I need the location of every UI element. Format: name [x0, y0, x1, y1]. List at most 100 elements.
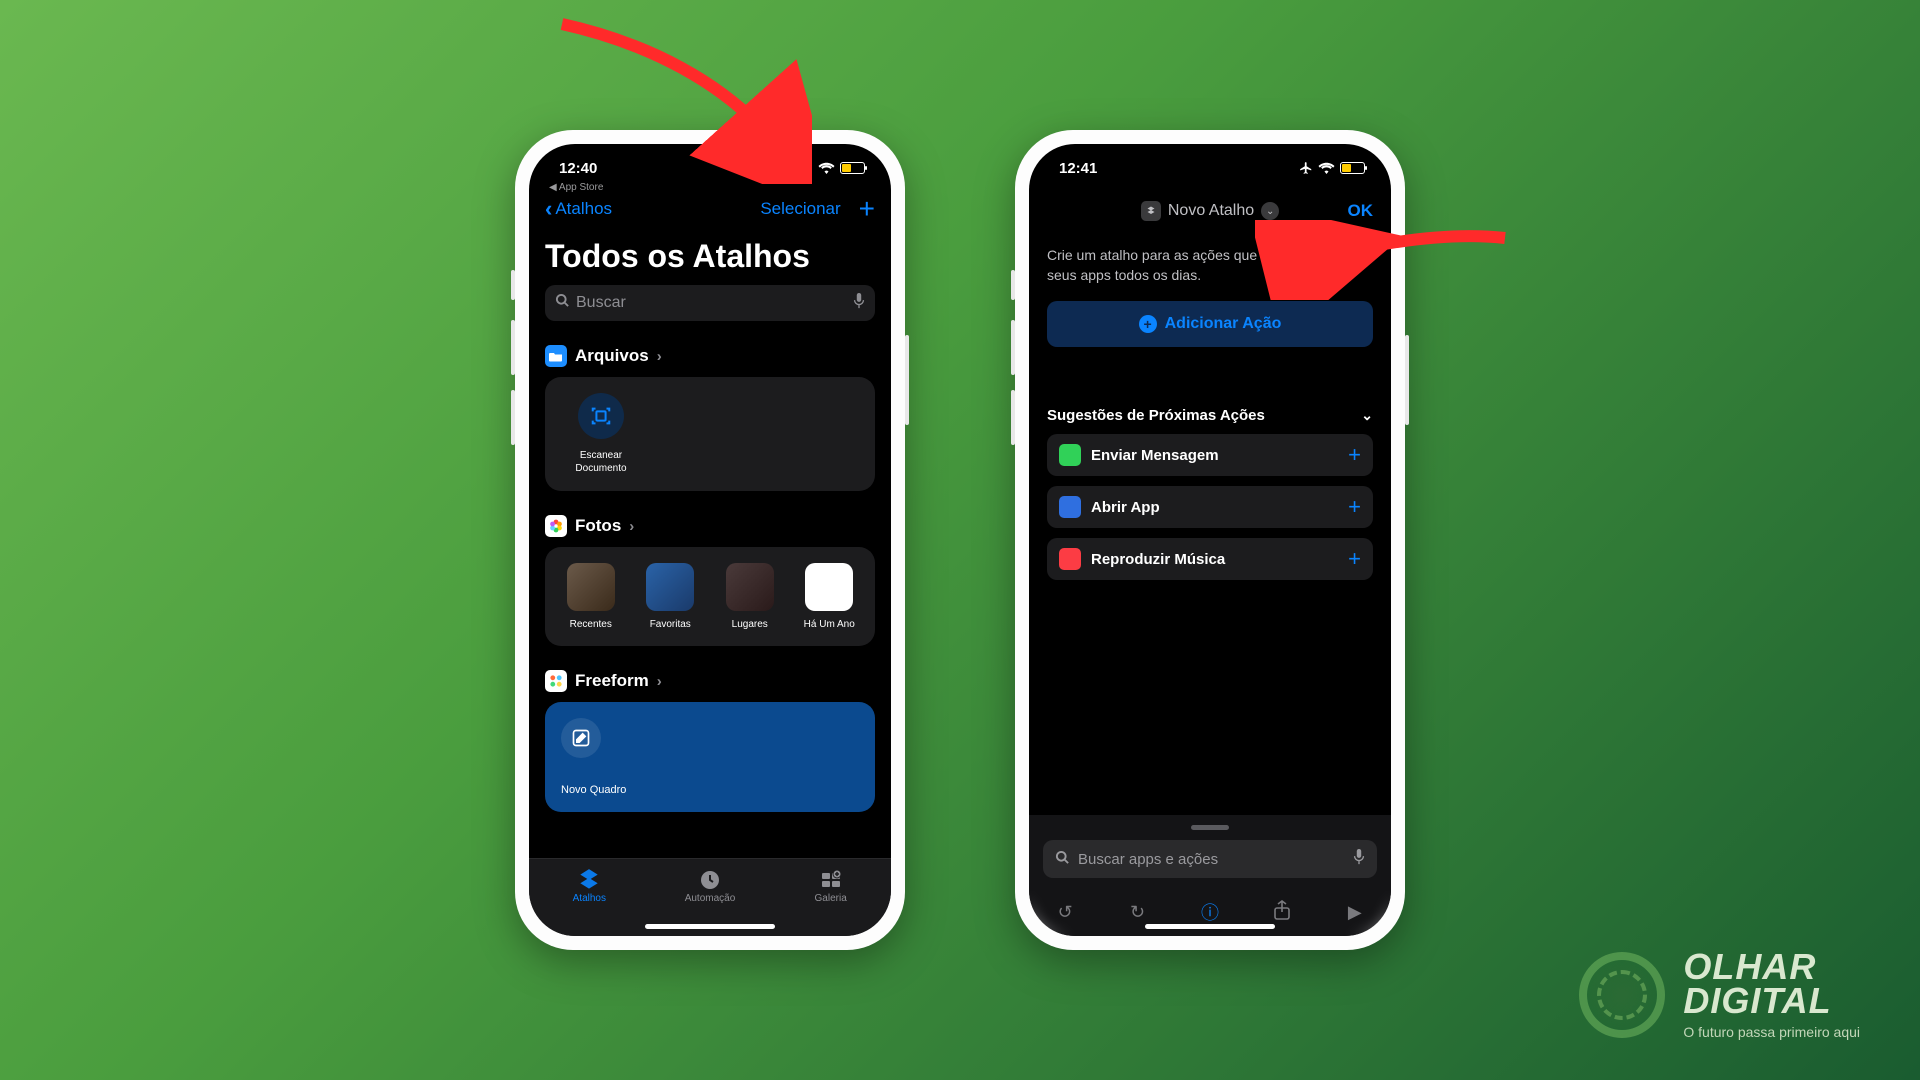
tab-bar: Atalhos Automação Galeria [529, 858, 891, 936]
mic-icon[interactable] [1353, 849, 1365, 869]
photo-tile-recentes[interactable]: Recentes [561, 563, 621, 630]
nav-back-button[interactable]: ‹ Atalhos [545, 196, 612, 222]
photo-thumb [726, 563, 774, 611]
shortcut-title-label: Novo Atalho [1168, 202, 1254, 220]
tab-label: Galeria [815, 893, 847, 904]
nav-back-label: Atalhos [555, 199, 612, 219]
shortcut-title[interactable]: Novo Atalho ⌄ [1141, 201, 1279, 221]
automation-icon [660, 867, 760, 893]
suggestion-play-music[interactable]: Reproduzir Música + [1047, 538, 1373, 580]
messages-icon [1059, 444, 1081, 466]
search-field[interactable]: Buscar [545, 285, 875, 321]
mic-icon[interactable] [853, 293, 865, 314]
suggestion-send-message[interactable]: Enviar Mensagem + [1047, 434, 1373, 476]
photo-tile-lugares[interactable]: Lugares [720, 563, 780, 630]
search-placeholder: Buscar [576, 294, 626, 312]
status-bar: 12:40 [529, 144, 891, 186]
scan-document-tile[interactable]: Escanear Documento [561, 393, 641, 475]
photo-tile-label: Há Um Ano [800, 619, 860, 630]
ok-button[interactable]: OK [1348, 201, 1374, 221]
suggestions-list: Enviar Mensagem + Abrir App + Reproduzir… [1029, 424, 1391, 580]
shortcuts-icon [539, 867, 639, 893]
suggestion-label: Enviar Mensagem [1091, 447, 1219, 464]
photo-thumb [567, 563, 615, 611]
photo-thumb [646, 563, 694, 611]
plus-circle-icon: + [1139, 315, 1157, 333]
add-action-label: Adicionar Ação [1165, 315, 1282, 333]
freeform-tile-label: Novo Quadro [561, 784, 859, 796]
wifi-icon [818, 162, 835, 174]
arquivos-card: Escanear Documento [545, 377, 875, 491]
brand-line2: DIGITAL [1683, 980, 1831, 1021]
status-bar: 12:41 [1029, 144, 1391, 186]
photo-thumb [805, 563, 853, 611]
section-fotos-header[interactable]: Fotos › [545, 515, 875, 537]
section-freeform-header[interactable]: Freeform › [545, 670, 875, 692]
airplane-icon [1299, 161, 1313, 175]
chevron-right-icon: › [657, 673, 662, 690]
nav-select-button[interactable]: Selecionar [760, 199, 840, 219]
fotos-card: Recentes Favoritas Lugares Há Um An [545, 547, 875, 646]
suggestions-header[interactable]: Sugestões de Próximas Ações ⌄ [1029, 407, 1391, 424]
page-title: Todos os Atalhos [545, 238, 875, 275]
tab-atalhos[interactable]: Atalhos [539, 867, 639, 936]
battery-icon [1340, 162, 1365, 174]
chevron-right-icon: › [629, 518, 634, 535]
open-app-icon [1059, 496, 1081, 518]
phone-mockup-right: 12:41 Novo Atalho ⌄ OK Crie um atalho p [1015, 130, 1405, 950]
chevron-left-icon: ‹ [545, 196, 552, 222]
freeform-app-icon [545, 670, 567, 692]
scan-icon [578, 393, 624, 439]
photo-tile-ha-um-ano[interactable]: Há Um Ano [800, 563, 860, 630]
brand-tagline: O futuro passa primeiro aqui [1683, 1024, 1860, 1040]
battery-icon [840, 162, 865, 174]
status-time: 12:41 [1059, 154, 1097, 177]
section-arquivos-header[interactable]: Arquivos › [545, 345, 875, 367]
add-suggestion-icon[interactable]: + [1348, 442, 1361, 468]
airplane-icon [799, 161, 813, 175]
home-indicator[interactable] [1145, 924, 1275, 929]
add-action-button[interactable]: + Adicionar Ação [1047, 301, 1373, 347]
suggestion-label: Reproduzir Música [1091, 551, 1225, 568]
tab-label: Atalhos [573, 893, 606, 904]
photo-tile-favoritas[interactable]: Favoritas [641, 563, 701, 630]
action-search-field[interactable]: Buscar apps e ações [1043, 840, 1377, 878]
music-icon [1059, 548, 1081, 570]
photo-tile-label: Lugares [720, 619, 780, 630]
suggestion-label: Abrir App [1091, 499, 1160, 516]
add-suggestion-icon[interactable]: + [1348, 494, 1361, 520]
nav-add-button[interactable]: + [859, 195, 875, 223]
shortcut-icon [1141, 201, 1161, 221]
photo-tile-label: Favoritas [641, 619, 701, 630]
photo-tile-label: Recentes [561, 619, 621, 630]
run-button[interactable]: ▶ [1335, 902, 1375, 923]
share-button[interactable] [1262, 900, 1302, 925]
chevron-down-icon: ⌄ [1361, 407, 1373, 424]
phone-mockup-left: 12:40 ◀ App Store ‹ Atalhos Selecionar + [515, 130, 905, 950]
wifi-icon [1318, 162, 1335, 174]
action-search-placeholder: Buscar apps e ações [1078, 851, 1218, 868]
suggestion-open-app[interactable]: Abrir App + [1047, 486, 1373, 528]
new-board-icon [561, 718, 601, 758]
photos-app-icon [545, 515, 567, 537]
search-icon [555, 293, 570, 313]
section-freeform-label: Freeform [575, 671, 649, 691]
tab-galeria[interactable]: Galeria [781, 867, 881, 936]
grabber-handle[interactable] [1191, 825, 1229, 830]
section-fotos-label: Fotos [575, 516, 621, 536]
status-time: 12:40 [559, 154, 597, 177]
scan-document-label: Escanear Documento [561, 449, 641, 475]
bottom-sheet: Buscar apps e ações ↺ ↻ ⓘ ▶ [1029, 815, 1391, 936]
brand-logo: OLHAR DIGITAL O futuro passa primeiro aq… [1579, 950, 1860, 1040]
add-suggestion-icon[interactable]: + [1348, 546, 1361, 572]
info-button[interactable]: ⓘ [1190, 899, 1230, 925]
redo-button[interactable]: ↻ [1118, 902, 1158, 923]
back-to-appstore[interactable]: ◀ App Store [549, 182, 603, 193]
undo-button[interactable]: ↺ [1045, 902, 1085, 923]
tab-label: Automação [685, 893, 736, 904]
home-indicator[interactable] [645, 924, 775, 929]
nav-bar: Novo Atalho ⌄ OK [1029, 186, 1391, 232]
brand-logo-icon [1579, 952, 1665, 1038]
files-app-icon [545, 345, 567, 367]
freeform-card[interactable]: Novo Quadro [545, 702, 875, 812]
